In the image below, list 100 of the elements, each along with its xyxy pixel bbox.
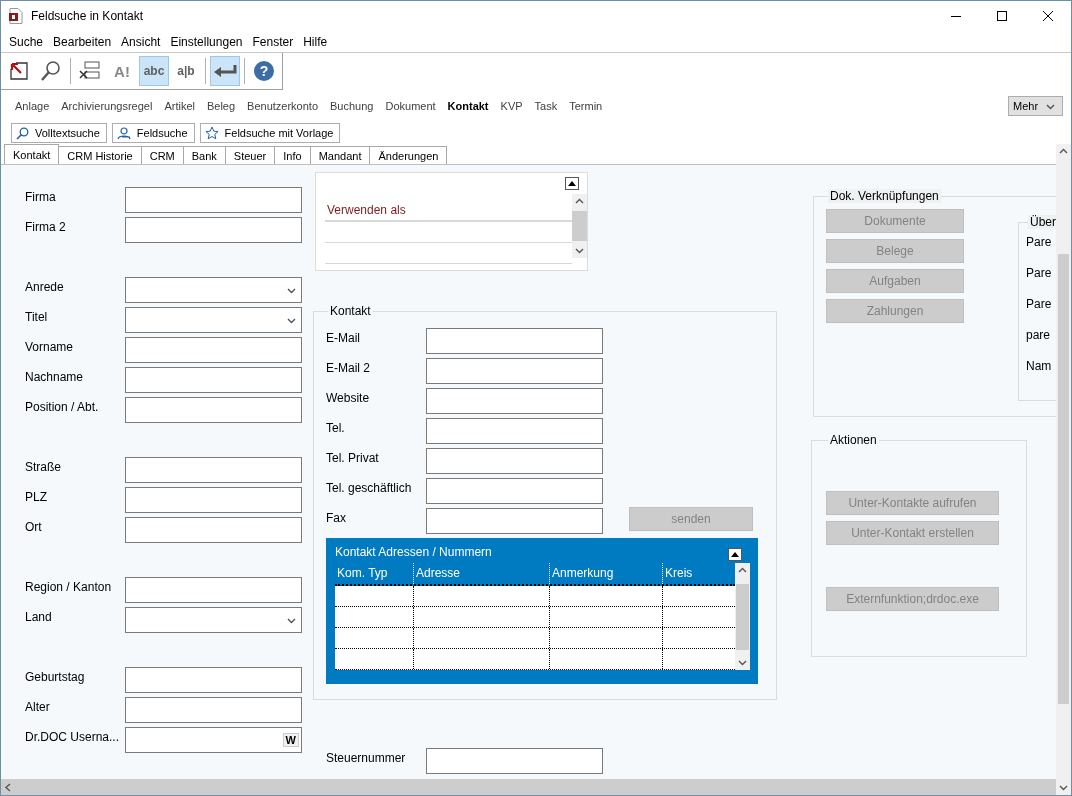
toolbar-button[interactable]: [210, 56, 240, 86]
table-row[interactable]: [335, 586, 735, 607]
chevron-down-icon[interactable]: [575, 246, 584, 255]
minimize-icon: [951, 15, 961, 17]
search-mode-button[interactable]: Volltextsuche: [11, 123, 107, 143]
toolbar-button[interactable]: A!: [107, 56, 137, 86]
field-label: Website: [326, 390, 371, 405]
input-field[interactable]: [426, 478, 603, 504]
module-link[interactable]: Archivierungsregel: [55, 100, 159, 112]
tab[interactable]: Kontakt: [4, 144, 60, 164]
field-label: Firma 2: [25, 219, 67, 234]
module-link[interactable]: Dokument: [379, 100, 442, 112]
input-field[interactable]: [125, 487, 302, 513]
input-field[interactable]: [125, 457, 302, 483]
field-label: Dr.DOC Userna...: [25, 729, 121, 744]
input-field[interactable]: [125, 367, 302, 393]
star-icon: [204, 126, 219, 140]
tab[interactable]: Änderungen: [369, 146, 448, 164]
module-link[interactable]: Task: [528, 100, 564, 112]
menu-item[interactable]: Suche: [4, 34, 49, 49]
search-mode-button[interactable]: Feldsuche mit Vorlage: [199, 123, 341, 143]
search-icon: [40, 60, 62, 82]
column-header[interactable]: Anmerkung: [549, 563, 662, 584]
field-label: pare: [1026, 327, 1052, 342]
input-field[interactable]: [125, 217, 302, 243]
input-field[interactable]: [426, 328, 603, 354]
menu-item[interactable]: Hilfe: [298, 34, 333, 49]
group-title: Kontakt: [329, 304, 372, 318]
input-field[interactable]: [125, 697, 302, 723]
field-label: Straße: [25, 459, 62, 474]
module-link[interactable]: Kontakt: [441, 100, 495, 112]
table-row[interactable]: [335, 607, 735, 628]
chevron-down-icon[interactable]: [1059, 783, 1068, 792]
module-link[interactable]: Termin: [563, 100, 609, 112]
field-label: Pare: [1026, 265, 1053, 280]
input-field[interactable]: W: [125, 727, 302, 753]
collapse-button[interactable]: [565, 177, 579, 190]
dropdown-field[interactable]: [125, 607, 302, 633]
module-link[interactable]: Artikel: [158, 100, 201, 112]
field-label: Alter: [25, 699, 51, 714]
word-split-icon: a|b: [177, 64, 195, 78]
dropdown-field[interactable]: [125, 277, 302, 303]
module-link[interactable]: Beleg: [200, 100, 242, 112]
group-title: Aktionen: [829, 433, 878, 447]
scrollbar[interactable]: [735, 563, 750, 670]
vertical-scrollbar[interactable]: [1056, 144, 1071, 795]
table-row[interactable]: [335, 649, 735, 670]
menu-item[interactable]: Fenster: [247, 34, 299, 49]
input-field[interactable]: [125, 667, 302, 693]
input-field[interactable]: [125, 517, 302, 543]
clear-fields-icon: [79, 61, 101, 81]
chevron-down-icon[interactable]: [738, 658, 747, 667]
field-label: Vorname: [25, 339, 75, 354]
field-label: E-Mail 2: [326, 360, 371, 375]
triangle-up-icon: [568, 181, 576, 186]
toolbar-button[interactable]: abc: [139, 56, 169, 86]
input-field[interactable]: [426, 748, 603, 774]
input-field[interactable]: [125, 187, 302, 213]
module-link[interactable]: Anlage: [9, 100, 56, 112]
text-match-icon: abc: [143, 64, 165, 78]
exit-icon: [9, 61, 29, 81]
scrollbar[interactable]: [572, 194, 587, 258]
chevron-left-icon[interactable]: [4, 782, 13, 792]
module-link[interactable]: Benutzerkonto: [241, 100, 324, 112]
field-label: Region / Kanton: [25, 579, 113, 594]
input-field[interactable]: [426, 448, 603, 474]
input-field[interactable]: [426, 388, 603, 414]
field-label: Titel: [25, 309, 49, 324]
input-field[interactable]: [426, 418, 603, 444]
search-mode-button[interactable]: Feldsuche: [111, 123, 195, 143]
input-field[interactable]: [125, 577, 302, 603]
more-dropdown[interactable]: Mehr: [1008, 96, 1063, 116]
input-field[interactable]: [125, 397, 302, 423]
triangle-up-icon: [731, 552, 739, 557]
menu-item[interactable]: Bearbeiten: [48, 34, 117, 49]
module-link[interactable]: Buchung: [324, 100, 380, 112]
column-header[interactable]: Adresse: [413, 563, 549, 584]
input-field[interactable]: [426, 358, 603, 384]
collapse-button[interactable]: [728, 548, 742, 561]
table-row[interactable]: [335, 628, 735, 649]
panel-title: Kontakt Adressen / Nummern: [335, 545, 492, 559]
field-label: Nam: [1026, 358, 1053, 373]
horizontal-scrollbar[interactable]: [1, 779, 1056, 795]
dropdown-field[interactable]: [125, 307, 302, 333]
enter-icon: [213, 64, 237, 78]
module-link[interactable]: KVP: [494, 100, 529, 112]
menu-item[interactable]: Ansicht: [116, 34, 166, 49]
column-header[interactable]: Kom. Typ: [335, 563, 413, 584]
field-label: E-Mail: [326, 330, 361, 345]
chevron-up-icon[interactable]: [575, 197, 584, 206]
field-label: Pare: [1026, 234, 1053, 249]
lookup-button[interactable]: W: [282, 733, 299, 747]
toolbar-button[interactable]: a|b: [171, 56, 201, 86]
chevron-up-icon[interactable]: [738, 566, 747, 575]
menu-item[interactable]: Einstellungen: [165, 34, 248, 49]
field-label: Tel.: [326, 420, 346, 435]
chevron-up-icon[interactable]: [1059, 147, 1068, 156]
window-title: Feldsuche in Kontakt: [31, 9, 145, 23]
input-field[interactable]: [426, 508, 603, 534]
input-field[interactable]: [125, 337, 302, 363]
